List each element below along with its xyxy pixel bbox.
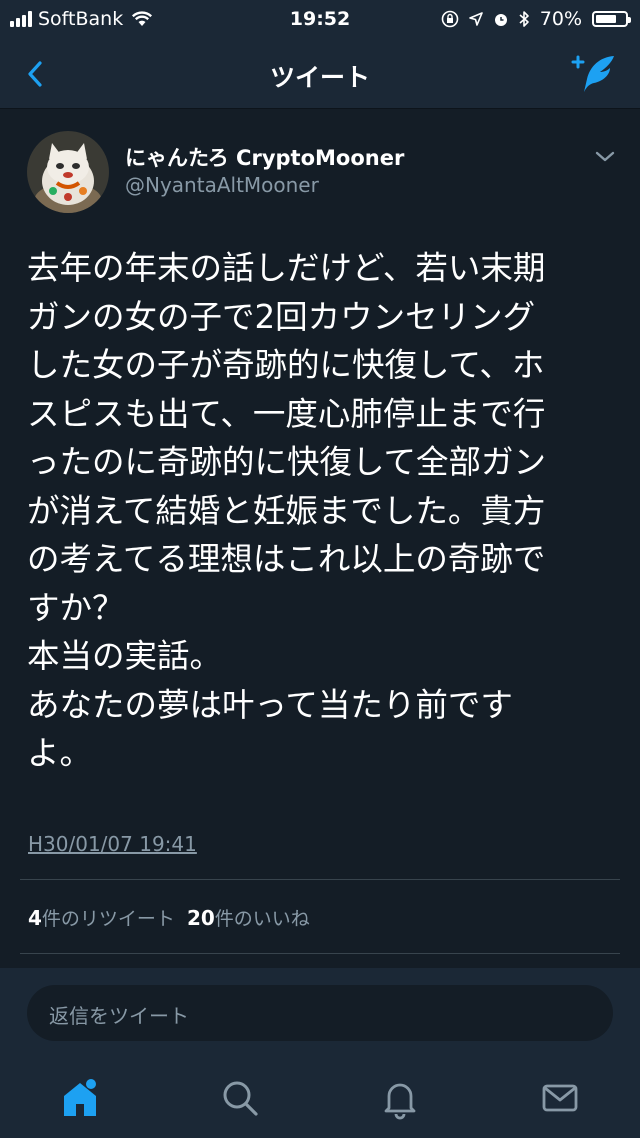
reply-input[interactable]: 返信をツイート bbox=[27, 985, 613, 1041]
compose-tweet-icon[interactable] bbox=[570, 52, 618, 96]
rotation-lock-icon bbox=[441, 10, 459, 28]
retweet-count: 4 bbox=[28, 906, 42, 930]
tab-bar bbox=[0, 1060, 640, 1138]
battery-icon bbox=[592, 11, 631, 27]
retweet-label: 件のリツイート bbox=[41, 908, 175, 930]
page-title: ツイート bbox=[269, 63, 370, 92]
status-right: 70% bbox=[441, 8, 631, 30]
avatar[interactable] bbox=[27, 131, 109, 213]
like-count: 20 bbox=[186, 906, 215, 930]
retweet-stat[interactable]: 4件のリツイート bbox=[28, 906, 175, 930]
alarm-icon bbox=[494, 14, 507, 26]
tweet-timestamp[interactable]: H30/01/07 19:41 bbox=[28, 832, 197, 856]
reply-placeholder: 返信をツイート bbox=[49, 1004, 189, 1028]
chevron-down-icon[interactable] bbox=[592, 148, 618, 166]
nav-bar: ツイート bbox=[0, 40, 640, 109]
like-stat[interactable]: 20件のいいね bbox=[186, 906, 310, 930]
tweet-stats: 4件のリツイート 20件のいいね bbox=[28, 904, 310, 931]
divider bbox=[20, 879, 620, 880]
divider bbox=[20, 953, 620, 954]
status-bar: SoftBank 19:52 70% bbox=[0, 0, 640, 40]
tweet-text: 去年の年末の話しだけど、若い末期 ガンの女の子で2回カウンセリング した女の子が… bbox=[27, 249, 547, 772]
user-handle[interactable]: @NyantaAltMooner bbox=[125, 173, 319, 197]
location-icon bbox=[468, 12, 483, 26]
like-label: 件のいいね bbox=[214, 908, 310, 930]
search-icon[interactable] bbox=[216, 1074, 264, 1122]
display-name[interactable]: にゃんたろ CryptoMooner bbox=[125, 142, 404, 172]
bluetooth-icon bbox=[519, 11, 529, 27]
home-icon[interactable] bbox=[56, 1074, 104, 1122]
notifications-icon[interactable] bbox=[376, 1074, 424, 1122]
battery-percent: 70% bbox=[539, 8, 582, 30]
messages-icon[interactable] bbox=[536, 1074, 584, 1122]
